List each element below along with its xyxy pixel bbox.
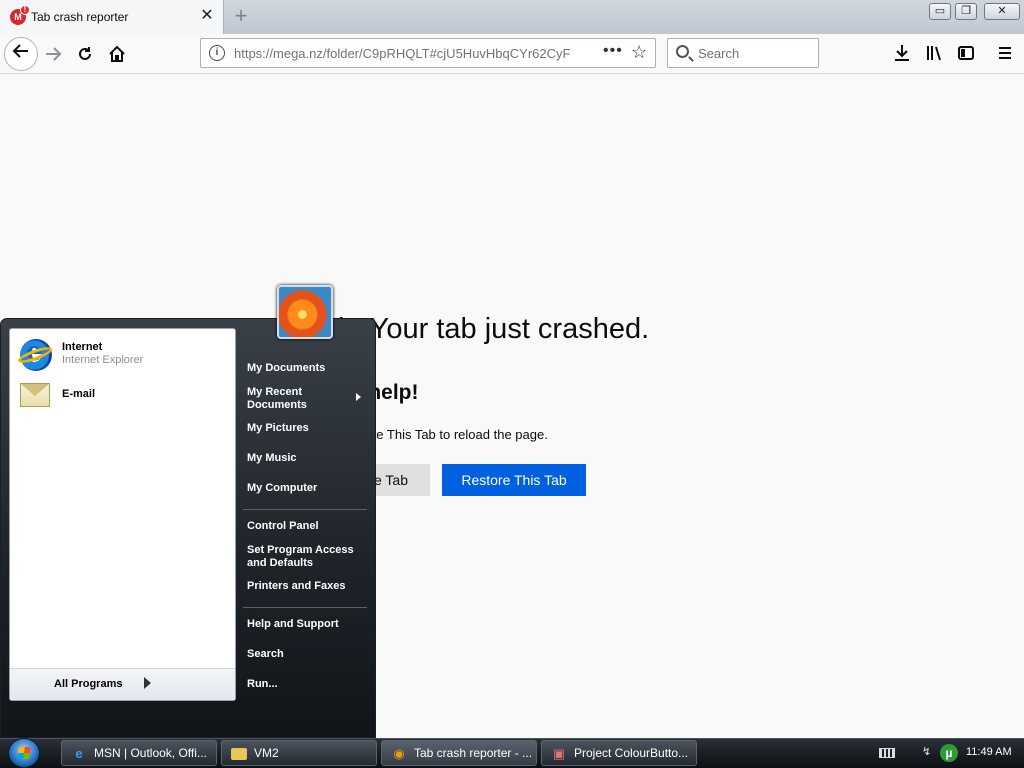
all-programs-label: All Programs bbox=[54, 678, 123, 690]
taskbar-button-project-colourbutton[interactable]: ▣ Project ColourButto... bbox=[541, 740, 697, 766]
start-item-subtitle: Internet Explorer bbox=[62, 354, 144, 366]
library-icon[interactable] bbox=[922, 41, 946, 65]
navigation-toolbar: i https://mega.nz/folder/C9pRHQLT#cjU5Hu… bbox=[0, 34, 1024, 74]
start-menu-divider bbox=[243, 607, 367, 608]
tab-title: Tab crash reporter bbox=[31, 10, 129, 24]
user-picture-avatar bbox=[277, 285, 333, 339]
start-right-help-support[interactable]: Help and Support bbox=[247, 618, 339, 631]
site-info-icon[interactable]: i bbox=[209, 45, 225, 61]
start-right-my-music[interactable]: My Music bbox=[247, 452, 297, 465]
start-right-my-recent-documents[interactable]: My Recent Documents bbox=[247, 386, 342, 412]
url-text[interactable]: https://mega.nz/folder/C9pRHQLT#cjU5HuvH… bbox=[234, 46, 574, 61]
start-item-title: E-mail bbox=[62, 388, 96, 400]
crash-heading: h. Your tab just crashed. bbox=[338, 313, 650, 345]
reload-icon[interactable] bbox=[70, 39, 100, 69]
utorrent-icon[interactable]: µ bbox=[940, 744, 958, 762]
email-envelope-icon bbox=[20, 383, 50, 407]
start-right-search[interactable]: Search bbox=[247, 648, 284, 661]
taskbar-button-vm2[interactable]: VM2 bbox=[221, 740, 377, 766]
tab-crash-reporter[interactable]: M! Tab crash reporter ✕ bbox=[0, 0, 224, 34]
start-right-printers-faxes[interactable]: Printers and Faxes bbox=[247, 580, 345, 593]
browser-titlebar: M! Tab crash reporter ✕ + ▭ ❐ ✕ bbox=[0, 0, 1024, 34]
home-icon[interactable] bbox=[102, 39, 132, 69]
download-icon[interactable] bbox=[890, 41, 914, 65]
taskbar-clock[interactable]: 11:49 AM bbox=[966, 746, 1012, 758]
firefox-icon: ◉ bbox=[393, 746, 405, 761]
start-item-title: Internet bbox=[62, 341, 103, 353]
start-right-control-panel[interactable]: Control Panel bbox=[247, 520, 319, 533]
submenu-arrow-icon bbox=[356, 393, 361, 401]
search-placeholder: Search bbox=[698, 46, 740, 61]
arrow-left-icon[interactable] bbox=[4, 37, 38, 71]
chevron-right-icon bbox=[144, 677, 151, 689]
taskbar-button-label: MSN | Outlook, Offi... bbox=[94, 746, 207, 760]
new-tab-icon[interactable]: + bbox=[230, 4, 252, 28]
start-right-my-pictures[interactable]: My Pictures bbox=[247, 422, 309, 435]
page-actions-icon[interactable]: ••• bbox=[603, 42, 623, 60]
folder-icon bbox=[231, 748, 247, 760]
hamburger-menu-icon[interactable] bbox=[993, 41, 1017, 65]
start-menu-divider bbox=[243, 509, 367, 510]
start-right-my-computer[interactable]: My Computer bbox=[247, 482, 317, 495]
all-programs-button[interactable]: All Programs bbox=[10, 668, 235, 700]
start-button[interactable] bbox=[8, 738, 40, 768]
url-bar[interactable]: i https://mega.nz/folder/C9pRHQLT#cjU5Hu… bbox=[200, 38, 656, 68]
close-window-button[interactable]: ✕ bbox=[984, 3, 1020, 20]
start-item-internet[interactable]: e Internet Internet Explorer bbox=[16, 337, 228, 373]
restore-button[interactable]: ❐ bbox=[955, 3, 977, 20]
crash-favicon-icon: M! bbox=[10, 5, 30, 25]
tab-close-icon[interactable]: ✕ bbox=[199, 7, 215, 25]
taskbar-button-label: VM2 bbox=[254, 746, 279, 760]
search-input[interactable]: Search bbox=[667, 38, 819, 68]
arrow-right-icon[interactable] bbox=[38, 39, 68, 69]
taskbar-button-msn[interactable]: e MSN | Outlook, Offi... bbox=[61, 740, 217, 766]
ie-icon: e bbox=[75, 746, 83, 761]
start-right-my-documents[interactable]: My Documents bbox=[247, 362, 325, 375]
taskbar-button-label: Project ColourButto... bbox=[574, 746, 689, 760]
internet-explorer-icon: e bbox=[16, 337, 54, 371]
search-icon bbox=[676, 45, 689, 58]
start-item-email[interactable]: E-mail bbox=[18, 377, 228, 413]
minimize-button[interactable]: ▭ bbox=[929, 3, 951, 20]
keyboard-icon[interactable] bbox=[879, 748, 895, 758]
sidebar-icon[interactable] bbox=[954, 41, 978, 65]
start-menu-pinned-panel: e Internet Internet Explorer E-mail All … bbox=[9, 328, 236, 701]
taskbar-button-tab-crash-reporter[interactable]: ◉ Tab crash reporter - ... bbox=[381, 740, 537, 766]
app-icon: ▣ bbox=[552, 746, 566, 761]
start-right-set-program-access[interactable]: Set Program Access and Defaults bbox=[247, 544, 357, 570]
network-icon[interactable]: ↯ bbox=[922, 745, 936, 759]
taskbar-button-label: Tab crash reporter - ... bbox=[414, 746, 533, 760]
restore-tab-button[interactable]: Restore This Tab bbox=[442, 464, 586, 496]
start-right-run[interactable]: Run... bbox=[247, 678, 278, 691]
start-menu: e Internet Internet Explorer E-mail All … bbox=[0, 318, 376, 738]
bookmark-star-icon[interactable]: ☆ bbox=[631, 42, 647, 63]
